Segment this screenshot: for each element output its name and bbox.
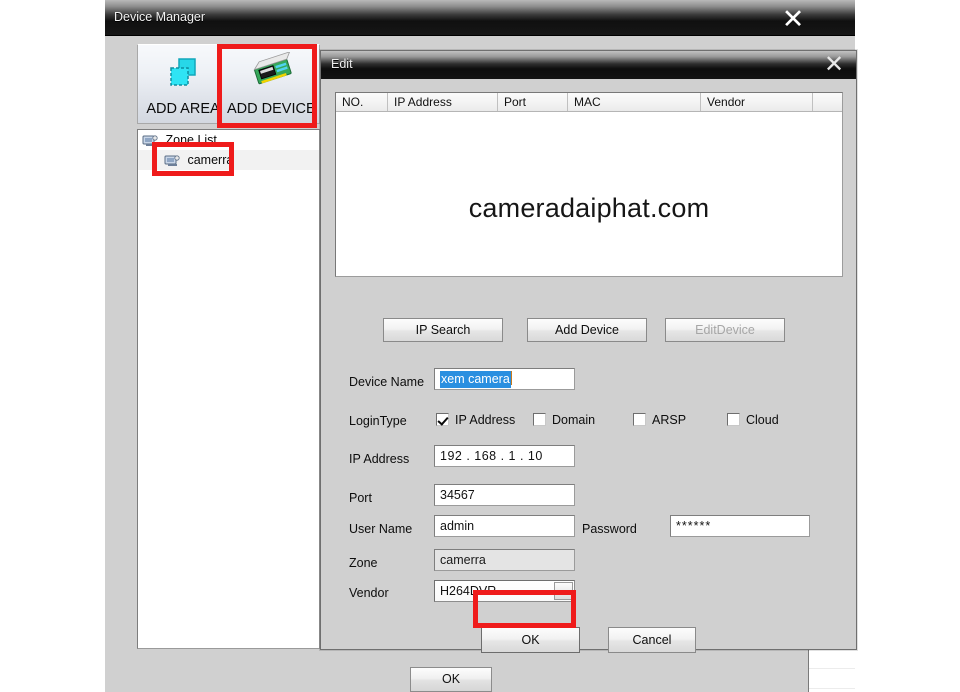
device-name-label: Device Name (349, 375, 425, 389)
checkbox-box (436, 413, 449, 426)
login-type-label: LoginType (349, 414, 407, 428)
column-header-no[interactable]: NO. (336, 93, 388, 111)
device-table[interactable]: NO. IP Address Port MAC Vendor cameradai… (335, 92, 843, 277)
add-device-button-dialog[interactable]: Add Device (527, 318, 647, 342)
edit-device-button: EditDevice (665, 318, 785, 342)
password-label: Password (582, 522, 637, 536)
checkbox-domain[interactable]: Domain (533, 413, 595, 427)
zone-icon (164, 154, 180, 168)
right-list-row (809, 649, 855, 669)
checkbox-box (633, 413, 646, 426)
device-manager-ok-button[interactable]: OK (410, 667, 492, 692)
column-header-blank[interactable] (813, 93, 842, 111)
close-icon[interactable]: ✕ (776, 6, 810, 34)
close-icon[interactable]: ✕ (820, 52, 848, 78)
user-name-input[interactable]: admin (434, 515, 575, 537)
edit-dialog-body: NO. IP Address Port MAC Vendor cameradai… (321, 79, 856, 653)
checkbox-arsp[interactable]: ARSP (633, 413, 686, 427)
ip-search-button[interactable]: IP Search (383, 318, 503, 342)
port-input[interactable]: 34567 (434, 484, 575, 506)
device-name-value: xem camera (440, 371, 511, 388)
device-manager-title: Device Manager (114, 10, 206, 24)
watermark-text: cameradaiphat.com (468, 193, 710, 223)
add-device-label: ADD DEVICE (227, 101, 316, 117)
add-device-icon (251, 51, 292, 92)
column-header-mac[interactable]: MAC (568, 93, 701, 111)
add-area-button[interactable]: ADD AREA (139, 47, 227, 121)
column-header-vendor[interactable]: Vendor (701, 93, 813, 111)
vendor-value: H264DVR (440, 584, 497, 598)
device-manager-titlebar: Device Manager ✕ (105, 0, 855, 36)
ip-address-input[interactable]: 192 . 168 . 1 . 10 (434, 445, 575, 467)
device-name-input[interactable]: xem camera (434, 368, 575, 390)
tree-item-zone-list-label: Zone List (165, 133, 217, 147)
checkbox-box (727, 413, 740, 426)
vendor-label: Vendor (349, 586, 389, 600)
chevron-down-icon[interactable] (554, 582, 573, 600)
checkbox-arsp-label: ARSP (652, 413, 687, 427)
checkbox-ip-address[interactable]: IP Address (436, 413, 515, 427)
ip-address-label: IP Address (349, 452, 410, 466)
zone-tree-panel[interactable]: Zone List camerra (137, 129, 320, 649)
checkbox-domain-label: Domain (552, 413, 596, 427)
checkbox-cloud[interactable]: Cloud (727, 413, 779, 427)
port-label: Port (349, 491, 372, 505)
edit-dialog-titlebar: Edit ✕ (321, 51, 856, 79)
zone-input: camerra (434, 549, 575, 571)
edit-dialog-title: Edit (331, 57, 353, 71)
add-area-icon (163, 52, 203, 92)
screen: Device Manager ✕ ADD AREA ADD DEVICE Zon… (0, 0, 960, 692)
right-list-panel (808, 648, 855, 692)
checkbox-cloud-label: Cloud (746, 413, 779, 427)
zone-label: Zone (349, 556, 378, 570)
checkbox-box (533, 413, 546, 426)
tree-item-zone-list[interactable]: Zone List (138, 130, 319, 150)
device-table-header: NO. IP Address Port MAC Vendor (336, 93, 842, 112)
vendor-select[interactable]: H264DVR (434, 580, 575, 602)
tree-item-camerra-label: camerra (187, 153, 234, 167)
toolbar: ADD AREA ADD DEVICE (137, 44, 320, 124)
add-area-label: ADD AREA (146, 101, 220, 117)
edit-dialog-cancel-button[interactable]: Cancel (608, 627, 696, 653)
right-list-row (809, 669, 855, 689)
column-header-ip[interactable]: IP Address (388, 93, 498, 111)
edit-dialog-ok-button[interactable]: OK (481, 627, 580, 653)
column-header-port[interactable]: Port (498, 93, 568, 111)
text-caret (510, 371, 512, 385)
add-device-button[interactable]: ADD DEVICE (227, 47, 316, 121)
password-input[interactable]: ****** (670, 515, 810, 537)
user-name-label: User Name (349, 522, 413, 536)
zone-list-icon (142, 134, 158, 148)
edit-dialog: Edit ✕ NO. IP Address Port MAC Vendor ca… (320, 50, 857, 653)
checkbox-ip-address-label: IP Address (455, 413, 516, 427)
tree-item-camerra[interactable]: camerra (138, 150, 319, 170)
